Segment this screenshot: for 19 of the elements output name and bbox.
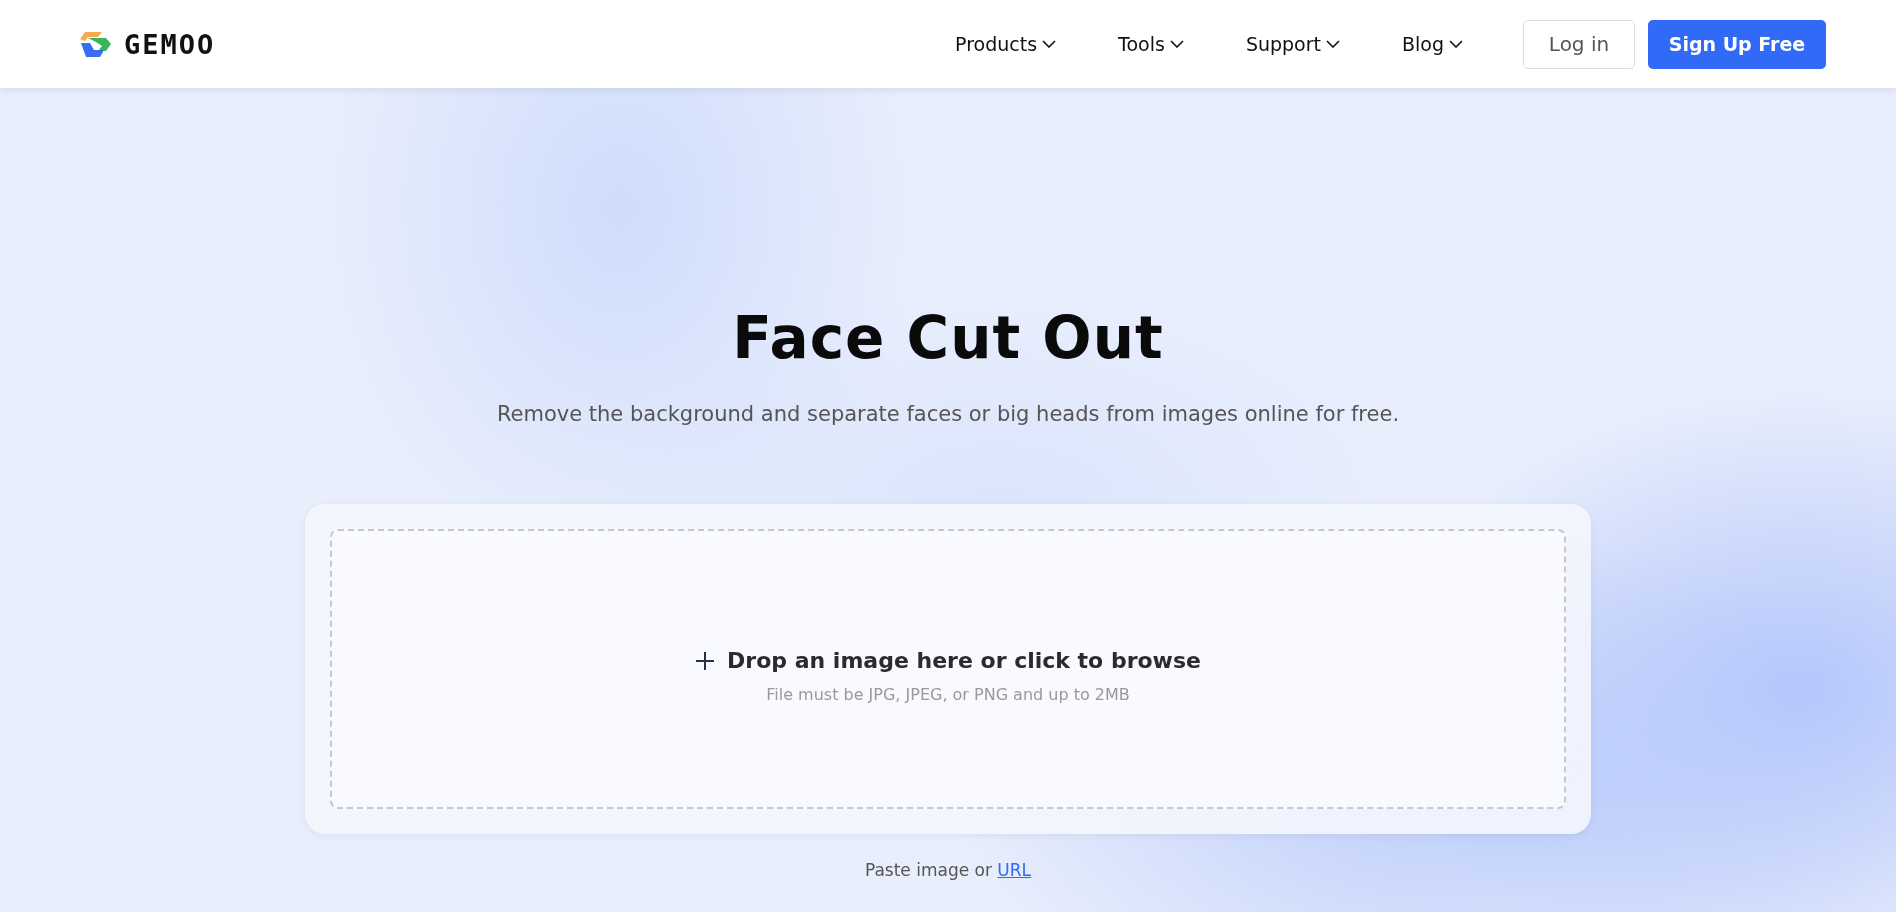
url-link[interactable]: URL xyxy=(997,860,1032,880)
page-title: Face Cut Out xyxy=(732,304,1164,372)
chevron-down-icon xyxy=(1042,40,1057,48)
login-button[interactable]: Log in xyxy=(1523,19,1635,69)
nav-menu-item[interactable]: Tools xyxy=(1118,33,1184,55)
nav-menu-item[interactable]: Blog xyxy=(1402,33,1463,55)
signup-button[interactable]: Sign Up Free xyxy=(1648,19,1826,69)
nav-menu-item[interactable]: Products xyxy=(955,33,1057,55)
drop-zone[interactable]: Drop an image here or click to browse File must be JPG, JPEG, or PNG and up to 2MB xyxy=(330,529,1566,809)
chevron-down-icon xyxy=(1449,40,1463,48)
drop-prompt: Drop an image here or click to browse xyxy=(727,648,1201,673)
logo-text[interactable]: GEMOO xyxy=(124,28,216,60)
file-hint: File must be JPG, JPEG, or PNG and up to 2MB xyxy=(766,685,1130,704)
page-subtitle: Remove the background and separate faces or big heads from images online for free. xyxy=(496,402,1400,426)
chevron-down-icon xyxy=(1169,40,1184,48)
plus-icon xyxy=(695,650,716,671)
chevron-down-icon xyxy=(1326,40,1340,48)
paste-text: Paste image or URL xyxy=(864,860,1032,880)
nav-menu-item[interactable]: Support xyxy=(1245,33,1340,55)
